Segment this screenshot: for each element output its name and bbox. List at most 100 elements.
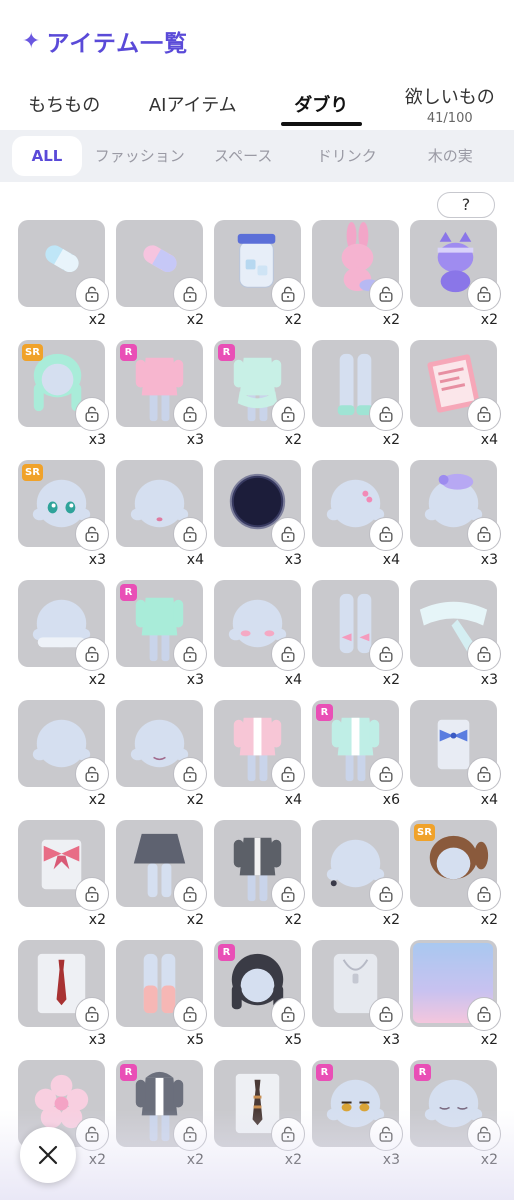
lock-button[interactable] <box>75 1117 109 1151</box>
category-chip-2[interactable]: スペース <box>192 136 296 176</box>
item-card[interactable]: x3 <box>410 460 501 580</box>
item-card[interactable]: Rx2 <box>116 1060 207 1180</box>
item-card[interactable]: x3 <box>410 580 501 700</box>
item-card[interactable]: Rx3 <box>116 340 207 460</box>
lock-button[interactable] <box>271 277 305 311</box>
lock-button[interactable] <box>173 517 207 551</box>
lock-button[interactable] <box>271 757 305 791</box>
lock-button[interactable] <box>467 517 501 551</box>
item-card[interactable]: x4 <box>410 700 501 820</box>
lock-button[interactable] <box>75 397 109 431</box>
tab-2[interactable]: ダブり <box>257 78 386 130</box>
item-card[interactable]: Rx3 <box>116 580 207 700</box>
item-card[interactable]: x2 <box>214 1060 305 1180</box>
item-card[interactable]: x2 <box>18 820 109 940</box>
item-card[interactable]: x2 <box>116 220 207 340</box>
item-card[interactable]: x5 <box>116 940 207 1060</box>
lock-button[interactable] <box>467 877 501 911</box>
item-card[interactable]: x2 <box>18 220 109 340</box>
lock-button[interactable] <box>173 1117 207 1151</box>
lock-button[interactable] <box>467 277 501 311</box>
lock-button[interactable] <box>369 757 403 791</box>
item-card[interactable]: Rx5 <box>214 940 305 1060</box>
category-chip-0[interactable]: ALL <box>12 136 82 176</box>
lock-button[interactable] <box>75 877 109 911</box>
item-count: x4 <box>480 792 498 808</box>
lock-button[interactable] <box>75 637 109 671</box>
item-card[interactable]: x4 <box>214 580 305 700</box>
item-card[interactable]: SR x2 <box>410 820 501 940</box>
tab-3[interactable]: 欲しいもの 41/100 <box>386 78 514 130</box>
item-card[interactable]: x3 <box>214 460 305 580</box>
item-card[interactable]: Rx2 <box>214 340 305 460</box>
lock-icon <box>85 646 99 662</box>
item-count: x3 <box>88 432 106 448</box>
lock-button[interactable] <box>173 757 207 791</box>
item-card[interactable]: SR x3 <box>18 460 109 580</box>
item-card[interactable]: x3 <box>312 940 403 1060</box>
lock-icon <box>183 646 197 662</box>
item-card[interactable]: x2 <box>312 820 403 940</box>
rarity-badge: SR <box>414 824 435 841</box>
tab-1[interactable]: AIアイテム <box>129 78 258 130</box>
lock-icon <box>85 1126 99 1142</box>
close-button[interactable] <box>20 1127 76 1183</box>
lock-button[interactable] <box>467 637 501 671</box>
item-card[interactable]: x2 <box>410 220 501 340</box>
lock-button[interactable] <box>173 997 207 1031</box>
lock-button[interactable] <box>271 997 305 1031</box>
item-card[interactable]: x4 <box>410 340 501 460</box>
lock-button[interactable] <box>173 277 207 311</box>
item-card[interactable]: x2 <box>18 580 109 700</box>
item-card[interactable]: x4 <box>312 460 403 580</box>
lock-button[interactable] <box>75 997 109 1031</box>
category-chip-1[interactable]: ファッション <box>88 136 192 176</box>
item-card[interactable]: SR x3 <box>18 340 109 460</box>
tab-label: もちもの <box>28 95 101 116</box>
item-card[interactable]: Rx6 <box>312 700 403 820</box>
lock-button[interactable] <box>75 277 109 311</box>
lock-button[interactable] <box>173 637 207 671</box>
lock-icon <box>85 886 99 902</box>
lock-button[interactable] <box>369 1117 403 1151</box>
item-card[interactable]: x2 <box>18 700 109 820</box>
lock-button[interactable] <box>369 997 403 1031</box>
lock-button[interactable] <box>369 877 403 911</box>
lock-button[interactable] <box>271 877 305 911</box>
category-chip-4[interactable]: 木の実 <box>399 136 503 176</box>
help-button[interactable]: ? <box>437 192 495 218</box>
lock-button[interactable] <box>467 397 501 431</box>
lock-icon <box>477 646 491 662</box>
lock-button[interactable] <box>467 997 501 1031</box>
lock-button[interactable] <box>75 757 109 791</box>
category-chip-3[interactable]: ドリンク <box>295 136 399 176</box>
tab-0[interactable]: もちもの <box>0 78 129 130</box>
lock-button[interactable] <box>173 397 207 431</box>
lock-button[interactable] <box>271 637 305 671</box>
item-card[interactable]: x2 <box>410 940 501 1060</box>
item-card[interactable]: x2 <box>312 220 403 340</box>
item-card[interactable]: Rx2 <box>410 1060 501 1180</box>
item-card[interactable]: x2 <box>312 580 403 700</box>
item-card[interactable]: x2 <box>116 700 207 820</box>
item-card[interactable]: x3 <box>18 940 109 1060</box>
lock-button[interactable] <box>271 1117 305 1151</box>
item-card[interactable]: Rx3 <box>312 1060 403 1180</box>
item-card[interactable]: x2 <box>116 820 207 940</box>
lock-button[interactable] <box>369 517 403 551</box>
item-card[interactable]: x2 <box>312 340 403 460</box>
item-count: x2 <box>284 432 302 448</box>
lock-button[interactable] <box>369 277 403 311</box>
item-card[interactable]: x4 <box>116 460 207 580</box>
lock-button[interactable] <box>75 517 109 551</box>
lock-button[interactable] <box>369 637 403 671</box>
lock-button[interactable] <box>467 757 501 791</box>
item-card[interactable]: x4 <box>214 700 305 820</box>
item-card[interactable]: x2 <box>214 220 305 340</box>
lock-button[interactable] <box>271 397 305 431</box>
lock-button[interactable] <box>467 1117 501 1151</box>
lock-button[interactable] <box>173 877 207 911</box>
lock-button[interactable] <box>369 397 403 431</box>
item-card[interactable]: x2 <box>214 820 305 940</box>
lock-button[interactable] <box>271 517 305 551</box>
